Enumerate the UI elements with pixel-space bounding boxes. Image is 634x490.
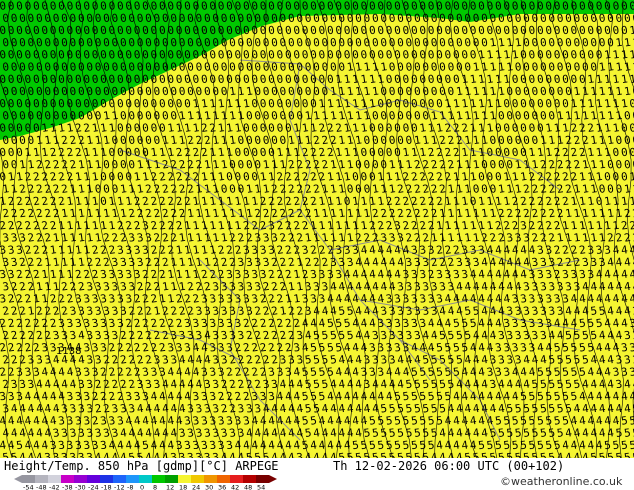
scale-tick-label: -18 bbox=[101, 484, 112, 490]
color-scale-legend: -54 -48 -42 -38 -30 -24 -18 -12 -8 0 8 12 18 24 30 36 42… bbox=[14, 475, 277, 490]
scale-swatch bbox=[243, 475, 256, 483]
map-footer: Height/Temp. 850 hPa [gdmp][°C] ARPEGE T… bbox=[0, 458, 634, 490]
scale-tick-label: -12 bbox=[114, 484, 125, 490]
scale-tick-label: -30 bbox=[75, 484, 86, 490]
credit-text: ©weatheronline.co.uk bbox=[500, 475, 623, 488]
scale-swatch bbox=[113, 475, 126, 483]
point-label: 1138 bbox=[56, 346, 81, 357]
run-info: Th 12-02-2026 06:00 UTC (00+102) bbox=[333, 459, 565, 473]
scale-swatch bbox=[139, 475, 152, 483]
scale-swatch bbox=[256, 475, 269, 483]
scale-tick-label: -24 bbox=[88, 484, 99, 490]
scale-swatch bbox=[217, 475, 230, 483]
scale-tick-label: 8 bbox=[153, 484, 157, 490]
map-title: Height/Temp. 850 hPa [gdmp][°C] ARPEGE bbox=[4, 459, 279, 473]
scale-swatch bbox=[100, 475, 113, 483]
weather-map: 0000000000000000000000000000000000000000… bbox=[0, 0, 634, 458]
scale-tick-label: 48 bbox=[244, 484, 252, 490]
scale-swatch bbox=[48, 475, 61, 483]
scale-swatch bbox=[35, 475, 48, 483]
scale-tick-label: -48 bbox=[36, 484, 47, 490]
scale-tick-label: 42 bbox=[231, 484, 239, 490]
scale-tick-label: 0 bbox=[140, 484, 144, 490]
scale-tick-label: 54 bbox=[257, 484, 265, 490]
scale-tick-label: 36 bbox=[218, 484, 226, 490]
temperature-field-map: 0000000000000000000000000000000000000000… bbox=[0, 0, 634, 458]
scale-tick-label: 24 bbox=[192, 484, 200, 490]
scale-arrow-right bbox=[269, 475, 277, 483]
scale-swatch bbox=[178, 475, 191, 483]
scale-swatch bbox=[74, 475, 87, 483]
scale-tick-label: -38 bbox=[62, 484, 73, 490]
scale-swatch bbox=[191, 475, 204, 483]
scale-swatch bbox=[230, 475, 243, 483]
scale-swatch bbox=[87, 475, 100, 483]
scale-swatch bbox=[22, 475, 35, 483]
scale-tick-label: -54 bbox=[23, 484, 34, 490]
scale-swatch bbox=[165, 475, 178, 483]
scale-swatch bbox=[204, 475, 217, 483]
scale-tick-label: 30 bbox=[205, 484, 213, 490]
scale-swatch bbox=[61, 475, 74, 483]
scale-tick-label: -42 bbox=[49, 484, 60, 490]
scale-swatch bbox=[152, 475, 165, 483]
scale-tick-label: 18 bbox=[179, 484, 187, 490]
scale-tick-label: -8 bbox=[127, 484, 133, 490]
scale-swatch bbox=[126, 475, 139, 483]
scale-tick-label: 12 bbox=[166, 484, 174, 490]
scale-arrow-left bbox=[14, 475, 22, 483]
